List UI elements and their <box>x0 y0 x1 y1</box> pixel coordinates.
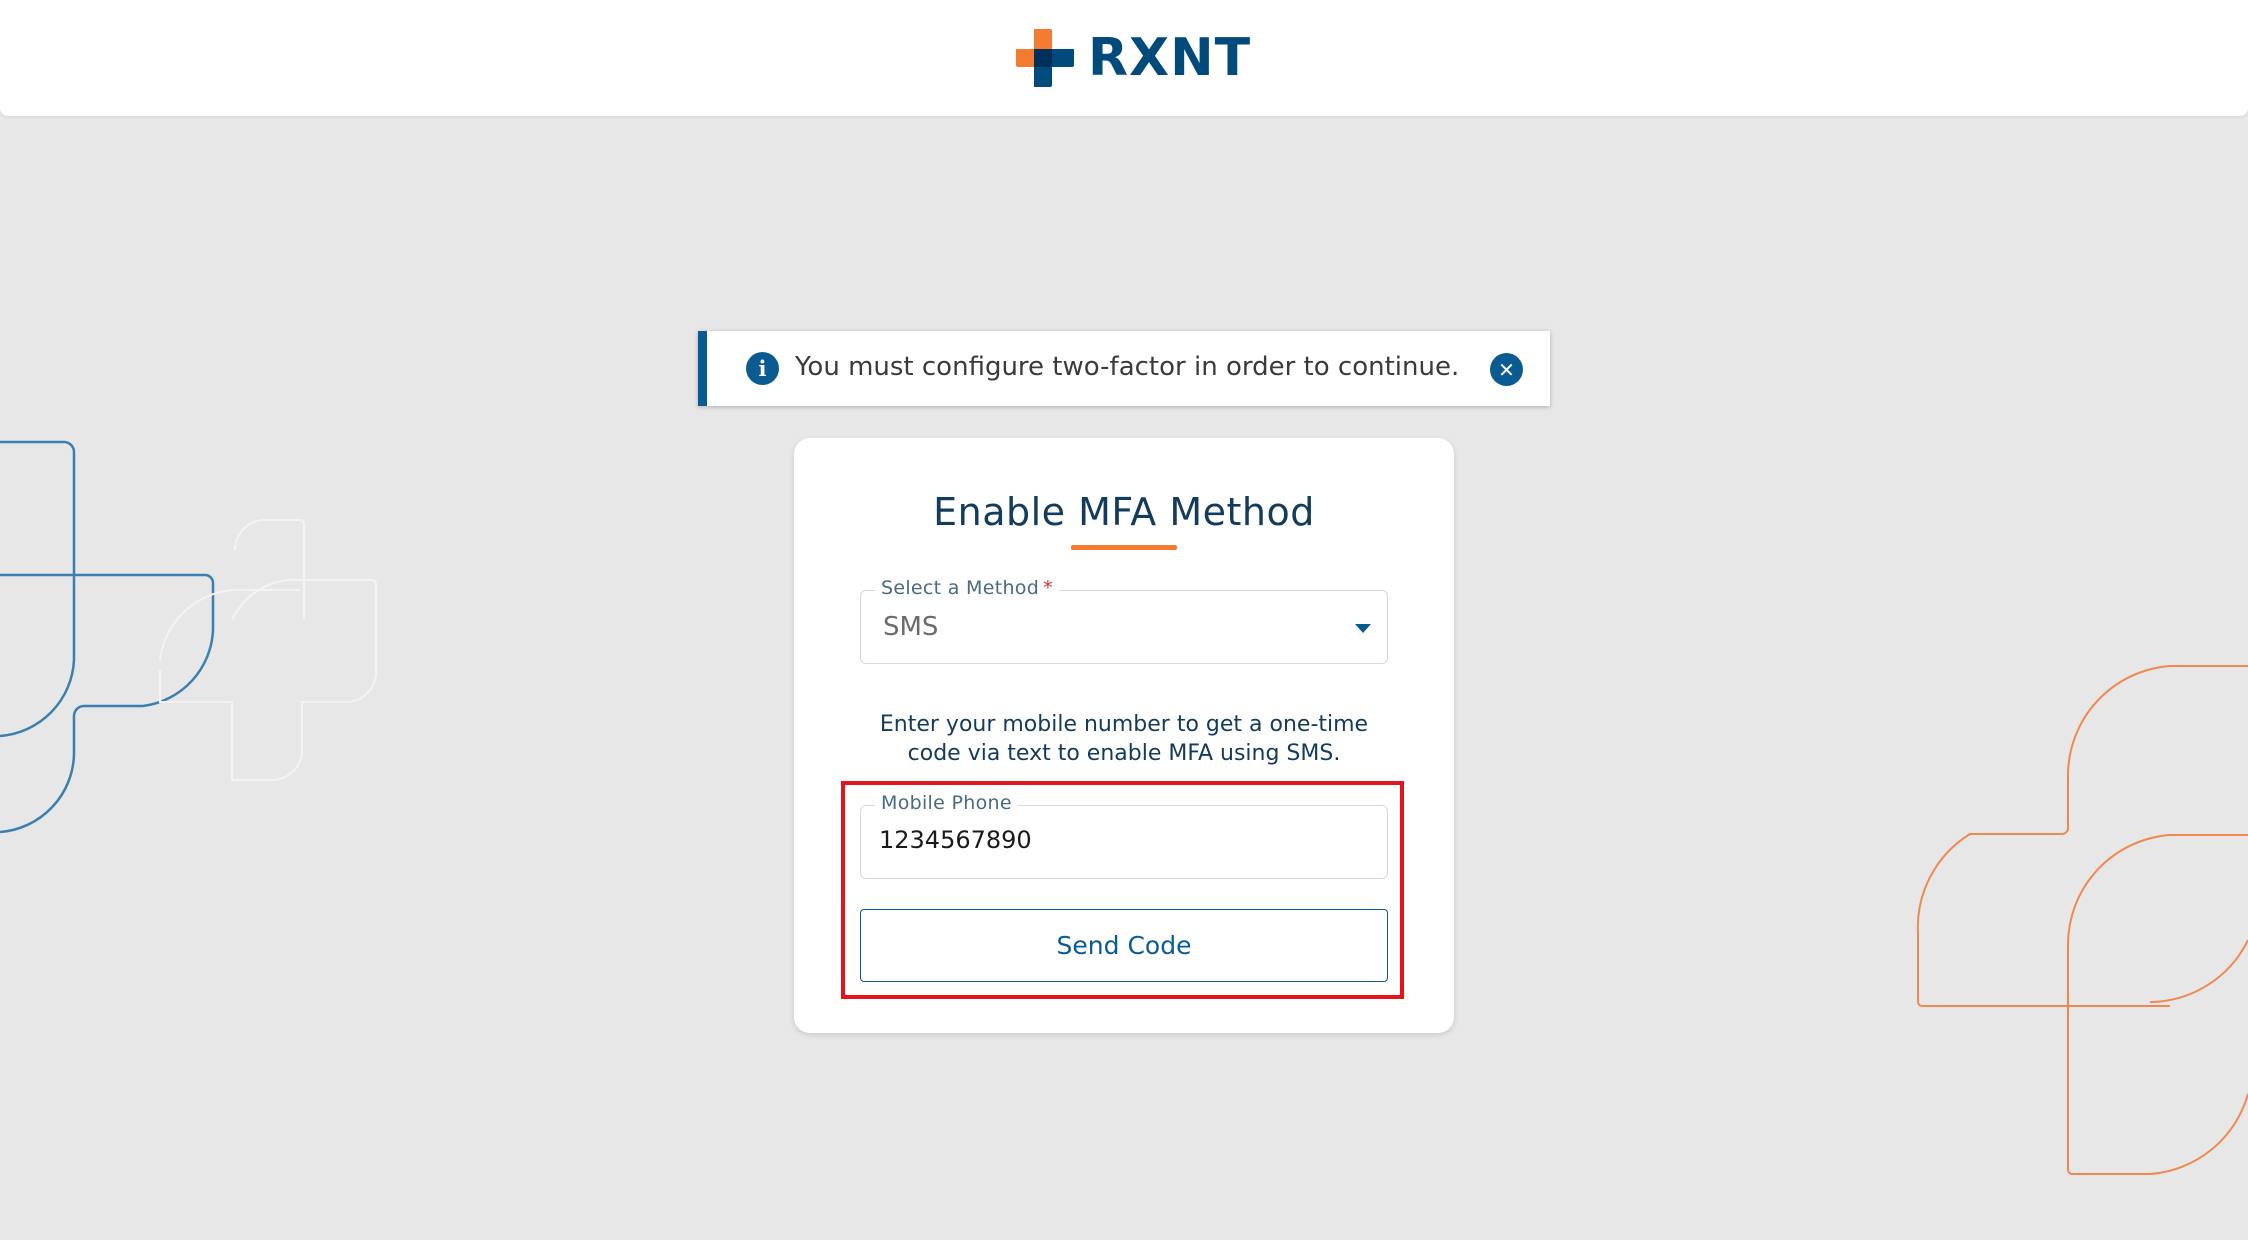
help-text-line-2: code via text to enable MFA using SMS. <box>907 741 1341 766</box>
page-title: Enable MFA Method <box>933 490 1315 534</box>
help-text-line-1: Enter your mobile number to get a one-ti… <box>879 712 1369 737</box>
method-select[interactable]: Select a Method * SMS <box>860 577 1388 664</box>
mobile-phone-field[interactable]: Mobile Phone <box>860 792 1388 879</box>
mobile-phone-label: Mobile Phone <box>875 792 1018 814</box>
title-underline <box>1071 545 1177 550</box>
close-icon[interactable]: ✕ <box>1490 353 1523 386</box>
method-select-value: SMS <box>883 612 939 642</box>
logo-text: RXNT <box>1088 28 1252 88</box>
rxnt-logo[interactable]: RXNT <box>1014 26 1251 90</box>
mfa-required-alert: i You must configure two-factor in order… <box>698 331 1550 406</box>
required-marker: * <box>1043 577 1053 599</box>
help-text: Enter your mobile number to get a one-ti… <box>834 710 1414 768</box>
chevron-down-icon[interactable] <box>1355 624 1371 633</box>
alert-message: You must configure two-factor in order t… <box>795 352 1460 382</box>
send-code-button[interactable]: Send Code <box>860 909 1388 982</box>
info-icon: i <box>746 352 779 385</box>
decorative-cross-right <box>1916 665 2248 1175</box>
method-select-label: Select a Method * <box>875 577 1059 599</box>
mobile-phone-input[interactable] <box>879 826 1359 854</box>
decorative-cross-left <box>0 440 377 834</box>
enable-mfa-card: Enable MFA Method Select a Method * SMS E… <box>794 438 1454 1033</box>
rxnt-cross-logo-icon <box>1016 29 1074 87</box>
top-header: RXNT <box>0 0 2248 116</box>
